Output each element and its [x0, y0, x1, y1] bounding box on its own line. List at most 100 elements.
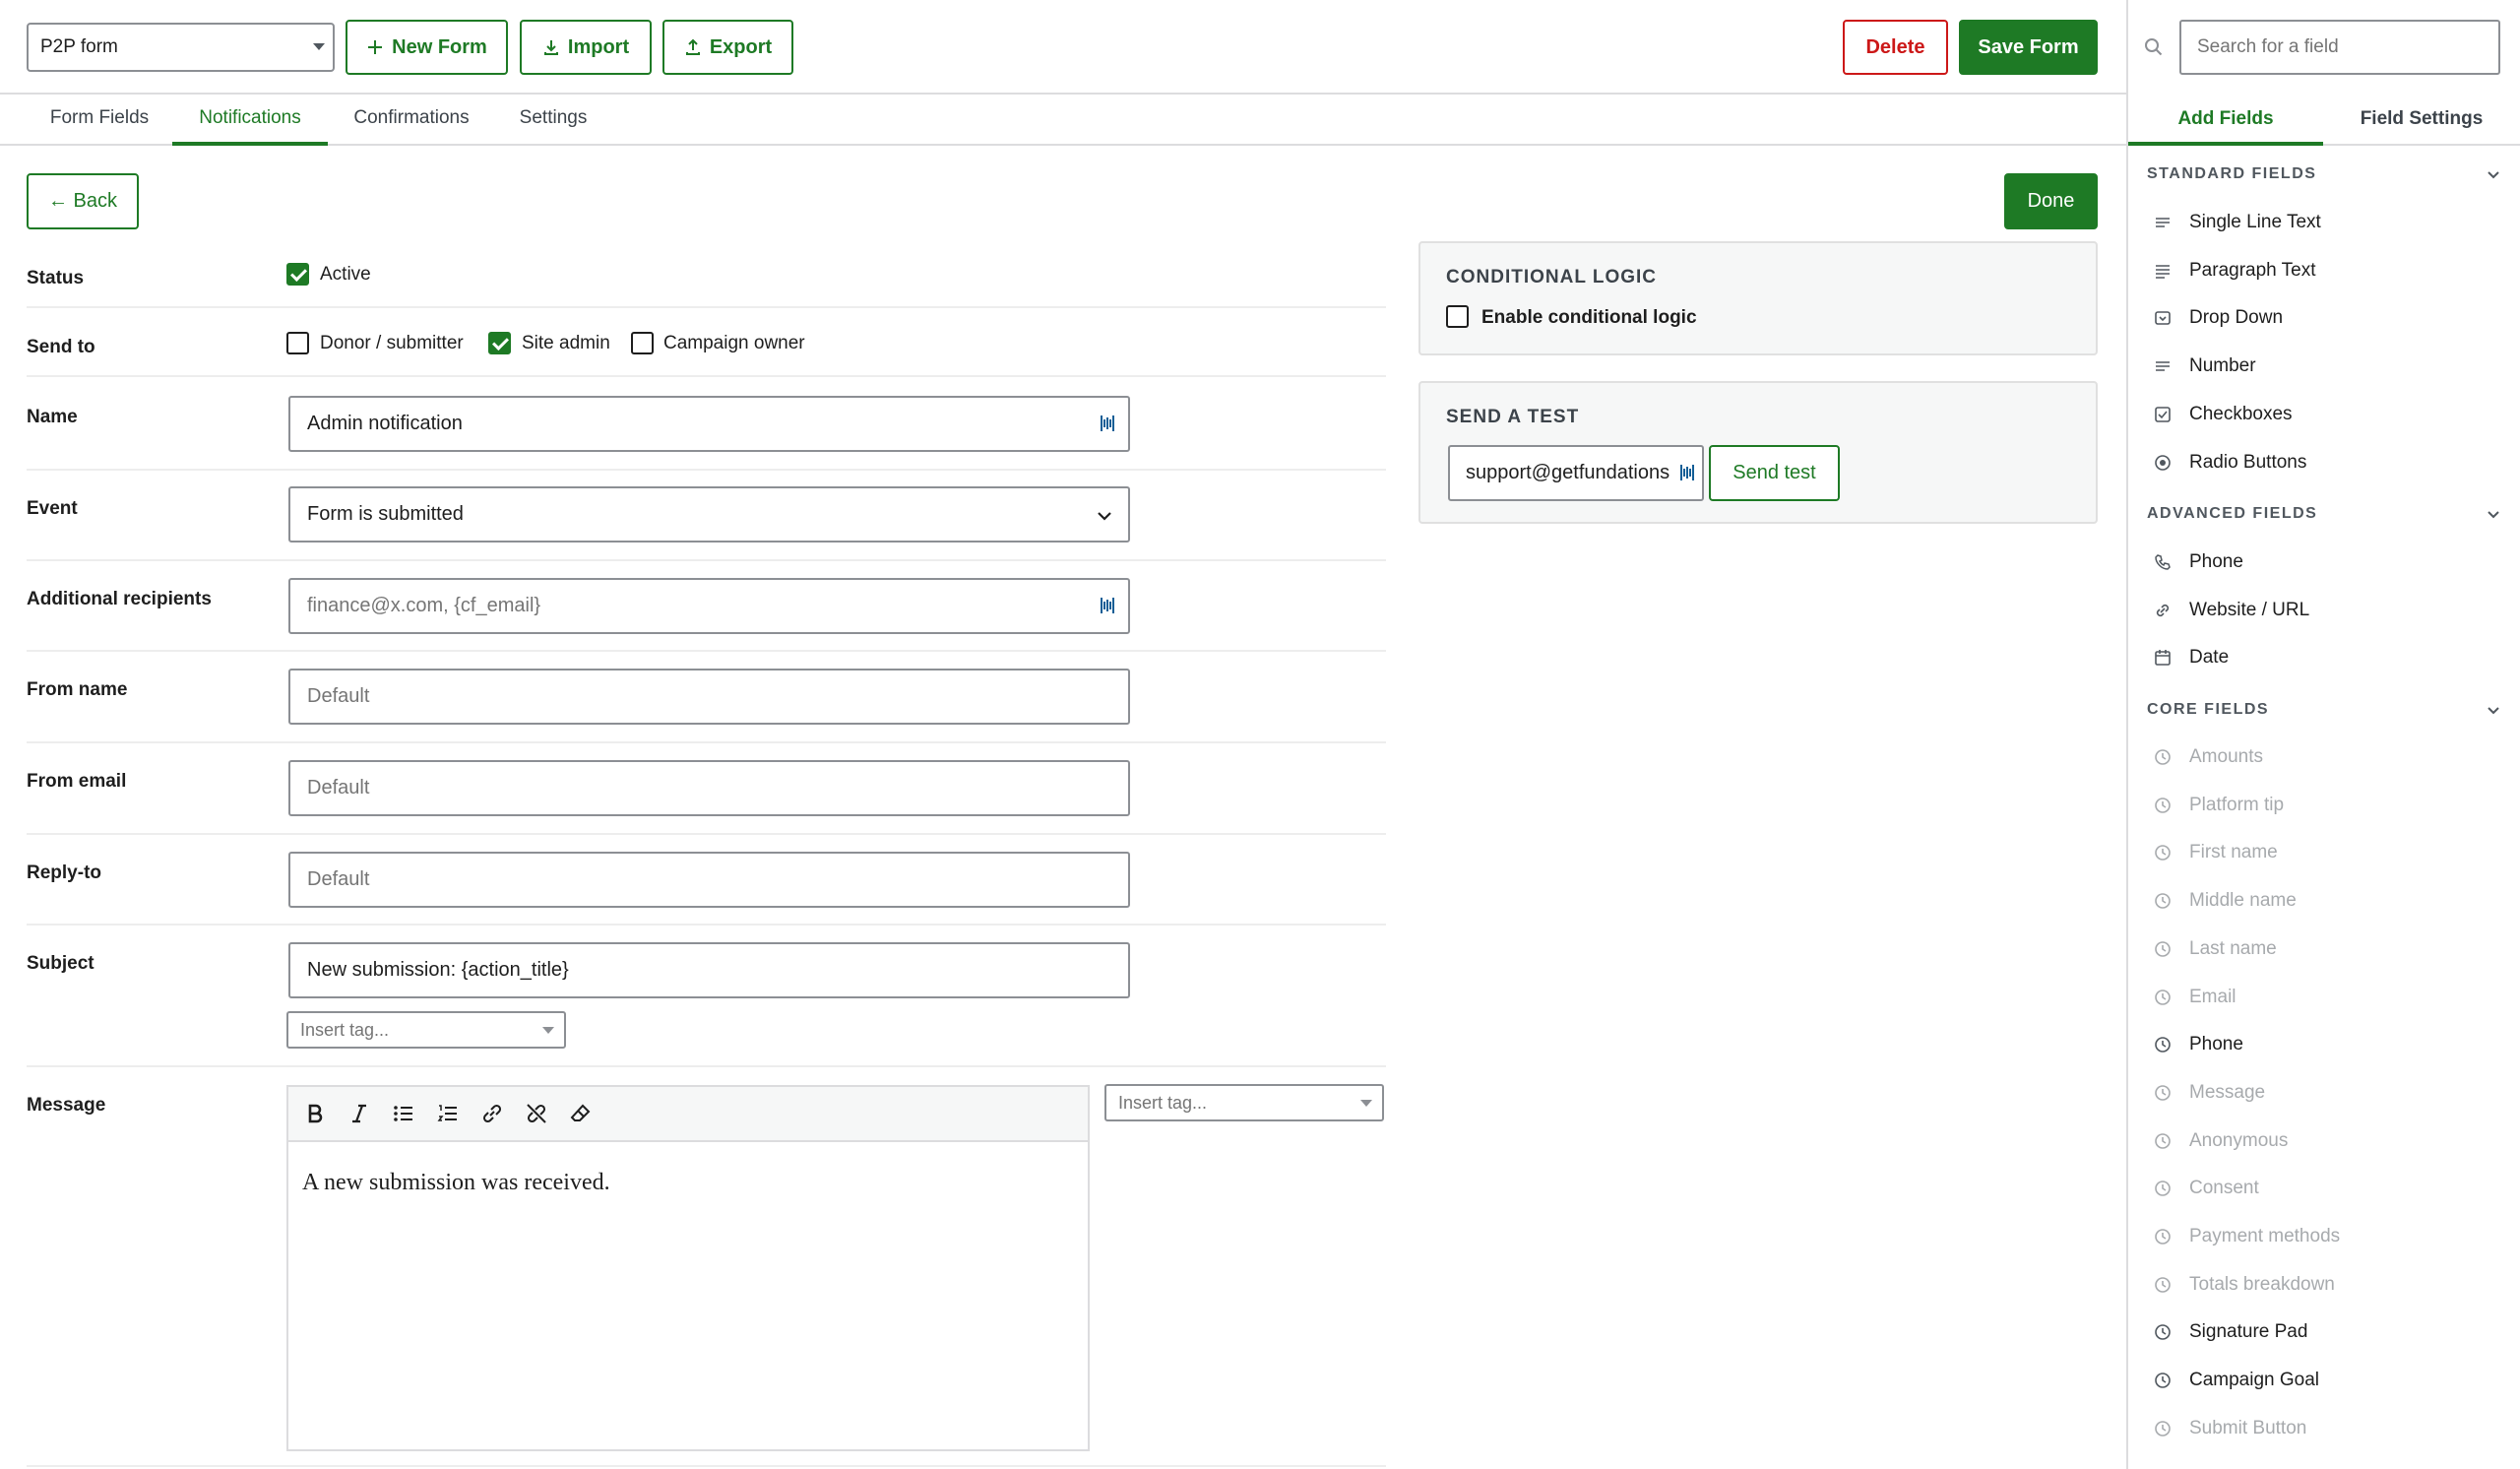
subject-input[interactable]: New submission: {action_title}	[288, 942, 1130, 998]
test-email-input[interactable]: support@getfundations	[1448, 445, 1704, 501]
from-email-input[interactable]: Default	[288, 760, 1130, 816]
chevron-down-icon[interactable]	[2487, 508, 2500, 522]
divider	[27, 741, 1386, 743]
reply-to-label: Reply-to	[27, 862, 101, 883]
message-body: A new submission was received.	[302, 1170, 610, 1195]
sidebar-field-item[interactable]: Single Line Text	[2154, 207, 2321, 238]
subject-insert-tag-select[interactable]: Insert tag...	[286, 1011, 566, 1049]
donor-submitter-checkbox[interactable]	[286, 332, 309, 354]
bullet-list-icon[interactable]	[391, 1101, 416, 1126]
sidebar-field-item[interactable]: Checkboxes	[2154, 399, 2293, 430]
main-area: P2P form New Form Import Export Delete S…	[0, 0, 2126, 1469]
clock-icon	[2155, 989, 2171, 1005]
merge-tag-icon[interactable]	[1099, 414, 1116, 433]
send-test-panel: SEND A TEST support@getfundations Send t…	[1418, 381, 2098, 524]
campaign-owner-checkbox[interactable]	[631, 332, 654, 354]
sidebar-field-item[interactable]: Phone	[2154, 546, 2243, 578]
sidebar-field-item[interactable]: Signature Pad	[2154, 1316, 2307, 1348]
from-name-input[interactable]: Default	[288, 669, 1130, 725]
clock-icon	[2155, 1276, 2171, 1293]
site-admin-checkbox[interactable]	[488, 332, 511, 354]
campaign-owner-label: Campaign owner	[663, 333, 805, 353]
merge-tag-icon[interactable]	[1678, 463, 1696, 482]
sidebar-field-label: Consent	[2189, 1178, 2259, 1199]
sidebar-field-label: Message	[2189, 1081, 2266, 1103]
divider	[27, 306, 1386, 308]
back-button[interactable]: ← Back	[27, 173, 139, 229]
additional-recipients-placeholder: finance@x.com, {cf_email}	[307, 595, 541, 616]
import-label: Import	[567, 35, 630, 58]
event-select[interactable]: Form is submitted	[288, 486, 1130, 543]
chevron-down-icon[interactable]	[2487, 704, 2500, 718]
clock-icon	[2155, 845, 2171, 862]
sidebar-field-item[interactable]: Number	[2154, 351, 2256, 382]
search-icon	[2145, 38, 2163, 56]
sidebar-field-label: Checkboxes	[2189, 403, 2293, 424]
message-editor[interactable]: A new submission was received.	[286, 1085, 1090, 1451]
bold-icon[interactable]	[302, 1101, 328, 1126]
from-email-placeholder: Default	[307, 777, 370, 798]
sidebar-field-label: Paragraph Text	[2189, 259, 2316, 281]
sidebar-section-title[interactable]: ADVANCED FIELDS	[2147, 505, 2317, 523]
name-input[interactable]: Admin notification	[288, 396, 1130, 452]
sidebar-field-item[interactable]: Drop Down	[2154, 302, 2283, 334]
sidebar-field-label: Single Line Text	[2189, 212, 2321, 232]
reply-to-input[interactable]: Default	[288, 852, 1130, 908]
clock-icon	[2155, 1420, 2171, 1437]
tab-notifications[interactable]: Notifications	[172, 95, 328, 146]
clock-icon	[2155, 1373, 2171, 1388]
link-icon[interactable]	[479, 1101, 505, 1126]
divider	[27, 650, 1386, 652]
top-toolbar: P2P form New Form Import Export Delete S…	[0, 0, 2126, 95]
sidebar-section-title[interactable]: CORE FIELDS	[2147, 701, 2269, 719]
sidebar-section-title[interactable]: STANDARD FIELDS	[2147, 165, 2316, 183]
send-test-label: Send test	[1732, 462, 1816, 483]
sidebar-field-item[interactable]: Campaign Goal	[2154, 1365, 2319, 1396]
save-form-button[interactable]: Save Form	[1959, 20, 2098, 75]
message-insert-tag-select[interactable]: Insert tag...	[1104, 1084, 1384, 1121]
field-search-input[interactable]: Search for a field	[2179, 20, 2500, 75]
sidebar-field-item[interactable]: Website / URL	[2154, 595, 2309, 626]
sidebar-field-item: Last name	[2154, 933, 2277, 965]
italic-icon[interactable]	[346, 1101, 372, 1126]
plus-icon	[368, 40, 383, 54]
tab-field-settings[interactable]: Field Settings	[2323, 95, 2520, 146]
test-email-value: support@getfundations	[1466, 462, 1670, 483]
paragraph-icon	[2156, 264, 2170, 279]
sidebar-field-item[interactable]: Paragraph Text	[2154, 255, 2316, 287]
delete-button[interactable]: Delete	[1843, 20, 1948, 75]
enable-conditional-logic-checkbox[interactable]	[1446, 305, 1469, 328]
status-label: Status	[27, 268, 85, 288]
tab-confirmations[interactable]: Confirmations	[328, 95, 495, 146]
eraser-icon[interactable]	[568, 1101, 594, 1126]
form-select[interactable]: P2P form	[27, 23, 335, 72]
sidebar-field-label: Payment methods	[2189, 1226, 2341, 1246]
sidebar-field-item: Anonymous	[2154, 1125, 2288, 1157]
status-active-checkbox[interactable]	[286, 263, 309, 286]
sidebar-field-item: Submit Button	[2154, 1413, 2306, 1444]
from-email-label: From email	[27, 771, 127, 792]
sidebar-field-item[interactable]: Date	[2154, 642, 2229, 673]
tab-add-fields[interactable]: Add Fields	[2128, 95, 2323, 146]
send-test-button[interactable]: Send test	[1709, 445, 1840, 501]
unlink-icon[interactable]	[524, 1101, 549, 1126]
numbered-list-icon[interactable]	[435, 1101, 461, 1126]
import-button[interactable]: Import	[520, 20, 652, 75]
sidebar-field-item[interactable]: Phone	[2154, 1029, 2243, 1060]
tab-settings[interactable]: Settings	[495, 95, 611, 146]
divider	[27, 833, 1386, 835]
done-button[interactable]: Done	[2004, 173, 2098, 229]
export-button[interactable]: Export	[662, 20, 793, 75]
sidebar-field-label: Website / URL	[2189, 599, 2310, 620]
sidebar-tabs: Add Fields Field Settings	[2128, 95, 2520, 146]
chevron-down-icon[interactable]	[2487, 168, 2500, 182]
additional-recipients-input[interactable]: finance@x.com, {cf_email}	[288, 578, 1130, 634]
new-form-button[interactable]: New Form	[346, 20, 508, 75]
from-name-placeholder: Default	[307, 685, 370, 707]
sidebar-field-label: Middle name	[2189, 890, 2297, 912]
tab-form-fields[interactable]: Form Fields	[27, 95, 172, 146]
sidebar-field-item: Totals breakdown	[2154, 1269, 2335, 1301]
merge-tag-icon[interactable]	[1099, 596, 1116, 615]
sidebar-field-item: Platform tip	[2154, 790, 2284, 821]
sidebar-field-item[interactable]: Radio Buttons	[2154, 447, 2306, 479]
